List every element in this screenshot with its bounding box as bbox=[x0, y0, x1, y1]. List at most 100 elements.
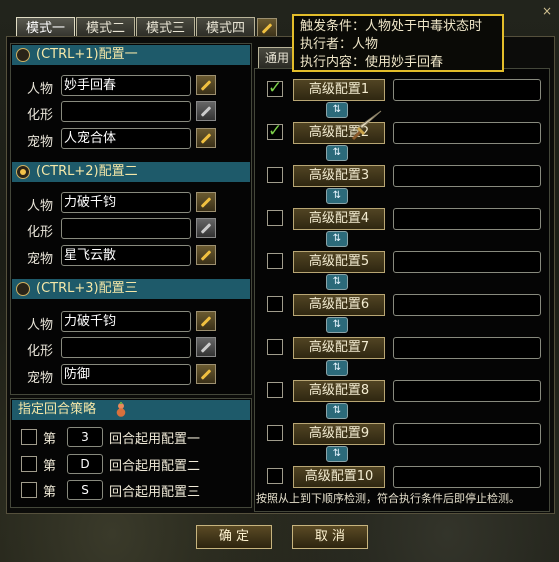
strategy-2-suffix: 回合起用配置二 bbox=[109, 459, 201, 474]
config-2-transform-edit-button[interactable] bbox=[196, 218, 216, 238]
advanced-3-field[interactable] bbox=[393, 165, 541, 187]
cancel-button[interactable]: 取 消 bbox=[292, 525, 368, 549]
strategy-1-checkbox[interactable] bbox=[21, 429, 37, 445]
config-3-radio[interactable] bbox=[16, 282, 30, 296]
config-1-pet-field[interactable]: 人宠合体 bbox=[61, 128, 191, 149]
advanced-8-button[interactable]: 高级配置8 bbox=[293, 380, 385, 402]
config-2-title: (CTRL+2)配置二 bbox=[36, 164, 138, 179]
advanced-5-field[interactable] bbox=[393, 251, 541, 273]
advanced-7-field[interactable] bbox=[393, 337, 541, 359]
advanced-1-checkbox[interactable] bbox=[267, 78, 283, 98]
round-strategy-header: 指定回合策略 bbox=[12, 400, 250, 420]
advanced-9-button[interactable]: 高级配置9 bbox=[293, 423, 385, 445]
advanced-7-checkbox[interactable] bbox=[267, 339, 283, 355]
swap-7-8-button[interactable]: ⇅ bbox=[326, 360, 348, 376]
advanced-4-field[interactable] bbox=[393, 208, 541, 230]
swap-4-5-button[interactable]: ⇅ bbox=[326, 231, 348, 247]
config-1-character-edit-button[interactable] bbox=[196, 75, 216, 95]
config-3-pet-edit-button[interactable] bbox=[196, 364, 216, 384]
config-2-character-edit-button[interactable] bbox=[196, 192, 216, 212]
strategy-3-checkbox[interactable] bbox=[21, 482, 37, 498]
config-3-transform-field[interactable] bbox=[61, 337, 191, 358]
advanced-9-field[interactable] bbox=[393, 423, 541, 445]
swap-1-2-button[interactable]: ⇅ bbox=[326, 102, 348, 118]
advanced-2-checkbox[interactable] bbox=[267, 121, 283, 141]
strategy-1-suffix: 回合起用配置一 bbox=[109, 432, 201, 447]
strategy-2-round-field[interactable]: D bbox=[67, 454, 103, 474]
rename-mode-button[interactable] bbox=[257, 18, 277, 38]
tooltip: 触发条件：人物处于中毒状态时 执行者：人物 执行内容：使用妙手回春 bbox=[292, 14, 504, 72]
config-3-transform-label: 化形 bbox=[27, 344, 54, 359]
pencil-icon bbox=[200, 368, 212, 380]
config-2-transform-field[interactable] bbox=[61, 218, 191, 239]
strategy-3-round-field[interactable]: S bbox=[67, 480, 103, 500]
advanced-2-field[interactable] bbox=[393, 122, 541, 144]
advanced-10-button[interactable]: 高级配置10 bbox=[293, 466, 385, 488]
round-strategy-title: 指定回合策略 bbox=[18, 402, 97, 417]
advanced-4-checkbox[interactable] bbox=[267, 210, 283, 226]
tooltip-action-line: 执行内容：使用妙手回春 bbox=[300, 55, 444, 70]
config-1-pet-label: 宠物 bbox=[27, 135, 54, 150]
swap-9-10-button[interactable]: ⇅ bbox=[326, 446, 348, 462]
tab-general[interactable]: 通用 bbox=[258, 47, 296, 69]
config-1-character-label: 人物 bbox=[27, 82, 54, 97]
pencil-icon bbox=[200, 79, 212, 91]
config-3-character-edit-button[interactable] bbox=[196, 311, 216, 331]
config-2-character-field[interactable]: 力破千钧 bbox=[61, 192, 191, 213]
config-panel: (CTRL+1)配置一 人物 妙手回春 化形 宠物 人宠合体 (CTRL+2)配… bbox=[10, 43, 252, 395]
config-3-transform-edit-button[interactable] bbox=[196, 337, 216, 357]
advanced-9-checkbox[interactable] bbox=[267, 425, 283, 441]
advanced-3-checkbox[interactable] bbox=[267, 167, 283, 183]
gourd-icon bbox=[116, 402, 126, 417]
config-2-pet-label: 宠物 bbox=[27, 252, 54, 267]
config-3-header[interactable]: (CTRL+3)配置三 bbox=[12, 279, 250, 299]
advanced-7-button[interactable]: 高级配置7 bbox=[293, 337, 385, 359]
config-2-pet-field[interactable]: 星飞云散 bbox=[61, 245, 191, 266]
config-2-radio[interactable] bbox=[16, 165, 30, 179]
advanced-10-field[interactable] bbox=[393, 466, 541, 488]
close-icon[interactable]: × bbox=[540, 4, 554, 18]
check-order-note: 按照从上到下顺序检测，符合执行条件后即停止检测。 bbox=[256, 492, 520, 505]
config-3-character-label: 人物 bbox=[27, 318, 54, 333]
strategy-3-prefix: 第 bbox=[43, 485, 57, 500]
config-1-transform-field[interactable] bbox=[61, 101, 191, 122]
config-2-header[interactable]: (CTRL+2)配置二 bbox=[12, 162, 250, 182]
config-1-transform-label: 化形 bbox=[27, 108, 54, 123]
tooltip-executor-line: 执行者：人物 bbox=[300, 37, 379, 52]
strategy-2-checkbox[interactable] bbox=[21, 456, 37, 472]
cursor-icon bbox=[351, 110, 382, 141]
advanced-4-button[interactable]: 高级配置4 bbox=[293, 208, 385, 230]
advanced-8-checkbox[interactable] bbox=[267, 382, 283, 398]
pencil-icon bbox=[200, 249, 212, 261]
strategy-3-suffix: 回合起用配置三 bbox=[109, 485, 201, 500]
strategy-1-prefix: 第 bbox=[43, 432, 57, 447]
config-1-pet-edit-button[interactable] bbox=[196, 128, 216, 148]
advanced-8-field[interactable] bbox=[393, 380, 541, 402]
config-2-pet-edit-button[interactable] bbox=[196, 245, 216, 265]
config-3-character-field[interactable]: 力破千钧 bbox=[61, 311, 191, 332]
advanced-1-button[interactable]: 高级配置1 bbox=[293, 79, 385, 101]
config-3-pet-field[interactable]: 防御 bbox=[61, 364, 191, 385]
config-1-character-field[interactable]: 妙手回春 bbox=[61, 75, 191, 96]
swap-3-4-button[interactable]: ⇅ bbox=[326, 188, 348, 204]
swap-2-3-button[interactable]: ⇅ bbox=[326, 145, 348, 161]
advanced-1-field[interactable] bbox=[393, 79, 541, 101]
config-1-transform-edit-button[interactable] bbox=[196, 101, 216, 121]
advanced-5-button[interactable]: 高级配置5 bbox=[293, 251, 385, 273]
advanced-6-checkbox[interactable] bbox=[267, 296, 283, 312]
advanced-6-field[interactable] bbox=[393, 294, 541, 316]
config-2-character-label: 人物 bbox=[27, 199, 54, 214]
swap-8-9-button[interactable]: ⇅ bbox=[326, 403, 348, 419]
advanced-3-button[interactable]: 高级配置3 bbox=[293, 165, 385, 187]
ok-button[interactable]: 确 定 bbox=[196, 525, 272, 549]
advanced-6-button[interactable]: 高级配置6 bbox=[293, 294, 385, 316]
pencil-icon bbox=[200, 315, 212, 327]
advanced-10-checkbox[interactable] bbox=[267, 468, 283, 484]
swap-5-6-button[interactable]: ⇅ bbox=[326, 274, 348, 290]
swap-6-7-button[interactable]: ⇅ bbox=[326, 317, 348, 333]
config-1-radio[interactable] bbox=[16, 48, 30, 62]
pencil-icon bbox=[261, 22, 273, 34]
config-1-header[interactable]: (CTRL+1)配置一 bbox=[12, 45, 250, 65]
strategy-1-round-field[interactable]: 3 bbox=[67, 427, 103, 447]
advanced-5-checkbox[interactable] bbox=[267, 253, 283, 269]
